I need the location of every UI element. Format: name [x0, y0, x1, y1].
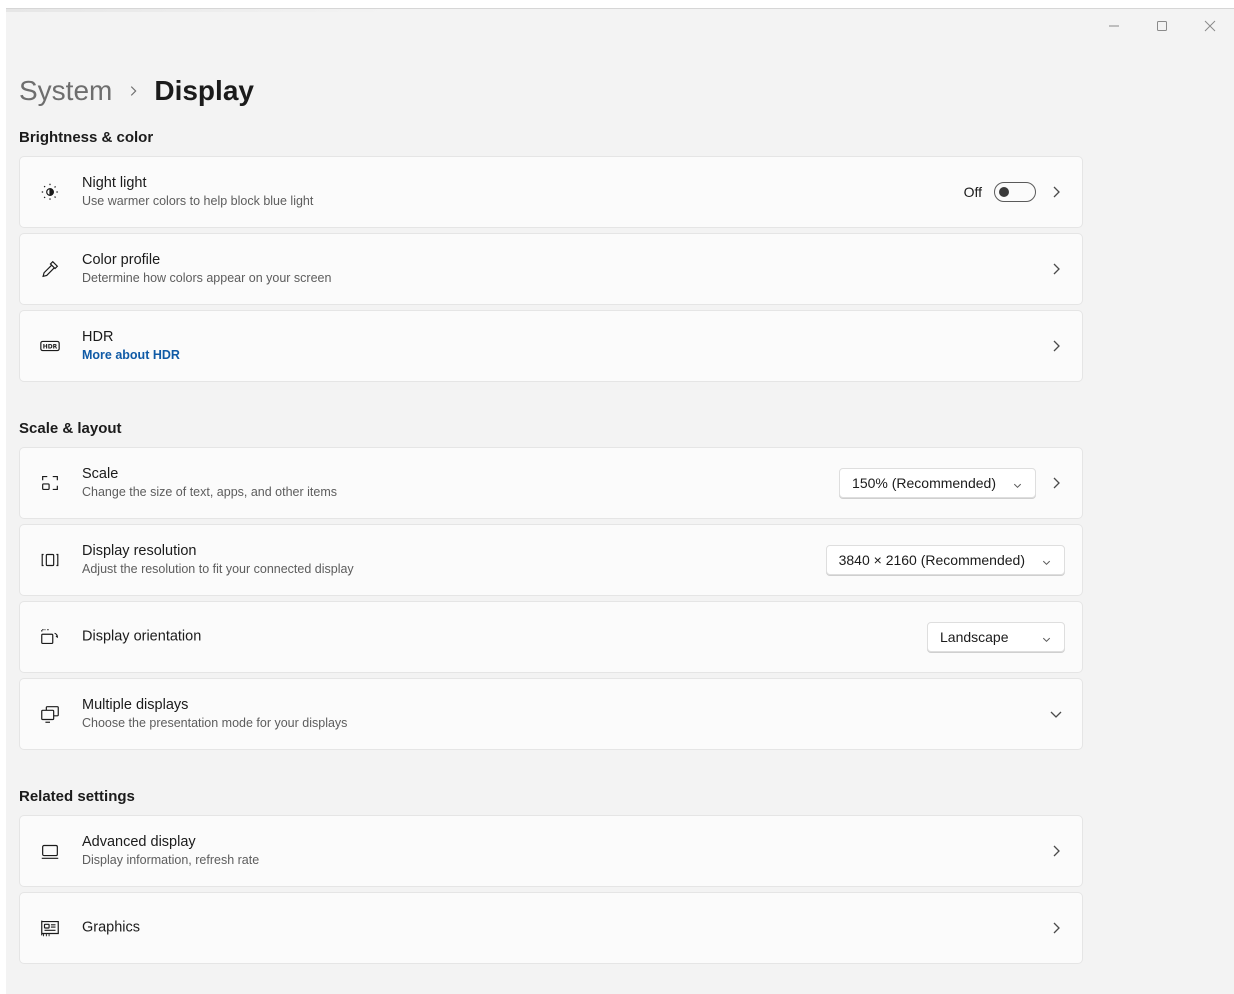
setting-display-orientation: Display orientation Landscape — [19, 601, 1083, 673]
svg-text:HDR: HDR — [43, 343, 58, 350]
scale-title: Scale — [82, 466, 119, 482]
multiple-title: Multiple displays — [82, 697, 189, 713]
graphics-icon — [38, 916, 62, 940]
chevron-right-icon — [1048, 261, 1064, 277]
toggle-knob — [999, 187, 1009, 197]
orientation-title: Display orientation — [82, 628, 202, 645]
resolution-dropdown-value: 3840 × 2160 (Recommended) — [838, 552, 1025, 568]
orientation-dropdown[interactable]: Landscape — [927, 622, 1065, 652]
maximize-button[interactable] — [1138, 9, 1186, 43]
section-title-brightness: Brightness & color — [19, 129, 154, 146]
night-light-state-label: Off — [963, 184, 982, 200]
scale-icon — [38, 471, 62, 495]
setting-scale[interactable]: Scale Change the size of text, apps, and… — [19, 447, 1083, 519]
color-picker-icon — [38, 257, 62, 281]
settings-window: System Display Brightness & color Night … — [6, 8, 1234, 994]
hdr-title: HDR — [82, 329, 114, 345]
setting-display-resolution: Display resolution Adjust the resolution… — [19, 524, 1083, 596]
setting-graphics[interactable]: Graphics — [19, 892, 1083, 964]
monitor-icon — [38, 839, 62, 863]
multiple-texts: Multiple displays Choose the presentatio… — [82, 696, 347, 732]
resolution-texts: Display resolution Adjust the resolution… — [82, 542, 354, 578]
minimize-icon — [1109, 25, 1119, 27]
orientation-dropdown-value: Landscape — [940, 629, 1009, 645]
color-profile-title: Color profile — [82, 252, 161, 268]
graphics-title: Graphics — [82, 919, 141, 936]
chevron-right-icon — [1048, 920, 1064, 936]
night-light-title: Night light — [82, 175, 147, 191]
resolution-desc: Adjust the resolution to fit your connec… — [82, 562, 354, 576]
setting-night-light[interactable]: Night light Use warmer colors to help bl… — [19, 156, 1083, 228]
breadcrumb: System Display — [19, 71, 254, 111]
chevron-down-icon — [1041, 632, 1052, 643]
close-icon — [1204, 20, 1216, 32]
chevron-down-icon — [1012, 478, 1023, 489]
setting-color-profile[interactable]: Color profile Determine how colors appea… — [19, 233, 1083, 305]
setting-multiple-displays[interactable]: Multiple displays Choose the presentatio… — [19, 678, 1083, 750]
chevron-right-icon — [1048, 184, 1064, 200]
multiple-desc: Choose the presentation mode for your di… — [82, 716, 348, 730]
setting-hdr[interactable]: HDR HDR More about HDR — [19, 310, 1083, 382]
orientation-texts: Display orientation — [82, 628, 201, 647]
chevron-right-icon — [1048, 338, 1064, 354]
orientation-icon — [38, 625, 62, 649]
minimize-button[interactable] — [1090, 9, 1138, 43]
maximize-icon — [1157, 21, 1167, 31]
setting-advanced-display[interactable]: Advanced display Display information, re… — [19, 815, 1083, 887]
chevron-right-icon — [131, 86, 137, 96]
resolution-icon — [38, 548, 62, 572]
advanced-texts: Advanced display Display information, re… — [82, 833, 259, 869]
scale-dropdown[interactable]: 150% (Recommended) — [839, 468, 1036, 498]
caption-buttons — [1090, 9, 1234, 43]
night-light-icon — [38, 180, 62, 204]
chevron-down-icon — [1041, 555, 1052, 566]
night-light-texts: Night light Use warmer colors to help bl… — [82, 174, 313, 210]
title-bar-strip — [6, 9, 386, 12]
breadcrumb-parent-link[interactable]: System — [19, 75, 112, 107]
hdr-icon: HDR — [38, 334, 62, 358]
section-title-scale: Scale & layout — [19, 420, 122, 437]
advanced-desc: Display information, refresh rate — [82, 853, 260, 867]
chevron-right-icon — [1048, 475, 1064, 491]
page-title: Display — [154, 75, 254, 106]
graphics-texts: Graphics — [82, 919, 140, 938]
scale-desc: Change the size of text, apps, and other… — [82, 485, 338, 499]
scale-dropdown-value: 150% (Recommended) — [852, 475, 996, 491]
night-light-toggle-group: Off — [964, 182, 1036, 202]
scale-texts: Scale Change the size of text, apps, and… — [82, 465, 337, 501]
resolution-dropdown[interactable]: 3840 × 2160 (Recommended) — [825, 545, 1065, 575]
color-profile-desc: Determine how colors appear on your scre… — [82, 271, 332, 285]
night-light-desc: Use warmer colors to help block blue lig… — [82, 194, 314, 208]
resolution-title: Display resolution — [82, 543, 197, 559]
close-button[interactable] — [1186, 9, 1234, 43]
advanced-title: Advanced display — [82, 834, 196, 850]
multiple-displays-icon — [38, 702, 62, 726]
color-profile-texts: Color profile Determine how colors appea… — [82, 251, 331, 287]
hdr-texts: HDR More about HDR — [82, 328, 180, 364]
hdr-more-link[interactable]: More about HDR — [82, 347, 180, 364]
section-title-related: Related settings — [19, 788, 135, 805]
chevron-down-icon[interactable] — [1048, 706, 1064, 722]
night-light-toggle[interactable] — [994, 182, 1036, 202]
chevron-right-icon — [1048, 843, 1064, 859]
